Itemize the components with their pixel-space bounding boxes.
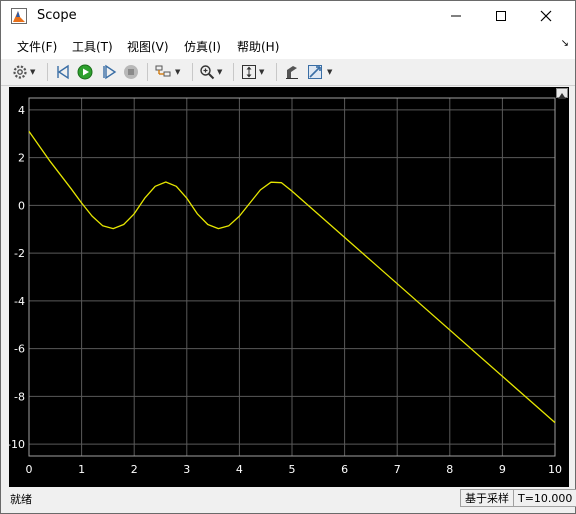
y-tick-label: 4 [18,104,25,117]
y-tick-label: -6 [14,343,25,356]
step-back-button[interactable] [55,62,71,82]
step-back-icon [57,64,69,80]
expand-axes-button[interactable] [556,88,568,99]
x-tick-label: 6 [341,463,348,476]
autoscale-button[interactable]: ▼ [241,62,264,82]
minimize-icon [451,15,461,17]
plot-area[interactable]: 0 1 2 3 4 5 6 7 8 9 10 4 2 0 -2 -4 -6 -8 -10 [7,87,569,487]
close-button[interactable] [523,1,569,31]
x-tick-label: 9 [499,463,506,476]
status-text: 就绪 [10,493,32,506]
expand-icon [558,93,566,99]
menu-simulation[interactable]: 仿真(I) [184,38,221,55]
step-forward-button[interactable] [101,62,117,82]
x-tick-label: 7 [394,463,401,476]
menu-file[interactable]: 文件(F) [17,38,57,55]
maximize-button[interactable] [478,1,524,31]
autoscale-icon [242,65,256,79]
menu-tools[interactable]: 工具(T) [72,38,113,55]
menu-view[interactable]: 视图(V) [127,38,169,55]
minimize-button[interactable] [433,1,479,31]
toolbar: ▼ ▼ ▼ ▼ ▼ [1,59,575,86]
y-tick-label: -10 [9,438,25,451]
x-tick-label: 5 [289,463,296,476]
y-tick-label: -8 [14,390,25,403]
y-tick-label: 2 [18,152,25,165]
scope-app-icon [11,8,27,24]
scope-chart[interactable]: 0 1 2 3 4 5 6 7 8 9 10 4 2 0 -2 -4 -6 -8 -10 [7,87,569,487]
chevron-down-icon: ▼ [175,68,181,76]
status-bar: 就绪 基于采样 T=10.000 [1,487,576,511]
highlight-icon [286,66,298,79]
maximize-icon [496,11,506,21]
x-tick-label: 4 [236,463,243,476]
toolbar-divider [192,63,193,81]
gear-icon [13,65,27,79]
stop-button[interactable] [123,62,139,82]
settings-button[interactable]: ▼ [12,62,35,82]
chevron-down-icon: ▼ [217,68,223,76]
signal-select-button[interactable]: ▼ [155,62,180,82]
zoom-button[interactable]: ▼ [199,62,222,82]
x-tick-label: 1 [78,463,85,476]
signal-select-icon [155,65,171,77]
y-tick-label: -2 [14,247,25,260]
highlight-button[interactable] [284,62,300,82]
toolbar-divider [147,63,148,81]
sim-time-indicator: T=10.000 [513,489,576,507]
title-bar[interactable]: Scope [1,1,575,31]
stop-icon [124,65,138,79]
chevron-down-icon: ▼ [30,68,36,76]
x-tick-label: 2 [131,463,138,476]
y-tick-label: 0 [18,199,25,212]
close-icon [540,10,552,22]
measurement-button[interactable]: ▼ [307,62,332,82]
y-tick-label: -4 [14,295,25,308]
x-tick-label: 8 [446,463,453,476]
window-title: Scope [37,8,77,23]
menu-bar: 文件(F) 工具(T) 视图(V) 仿真(I) 帮助(H) ↘ [1,31,575,60]
zoom-icon [200,65,215,80]
x-tick-label: 10 [548,463,562,476]
dock-arrow-icon[interactable]: ↘ [561,38,569,49]
x-tick-label: 0 [26,463,33,476]
scope-window: Scope 文件(F) 工具(T) 视图(V) 仿真(I) 帮助(H) ↘ ▼ [0,0,576,514]
toolbar-divider [276,63,277,81]
run-button[interactable] [77,62,93,82]
toolbar-divider [47,63,48,81]
measurement-icon [308,65,322,79]
chevron-down-icon: ▼ [259,68,265,76]
sample-mode-indicator: 基于采样 [460,489,514,507]
step-forward-icon [103,64,117,80]
chevron-down-icon: ▼ [327,68,333,76]
toolbar-divider [233,63,234,81]
run-icon [77,64,93,80]
x-tick-label: 3 [183,463,190,476]
menu-help[interactable]: 帮助(H) [237,38,279,55]
